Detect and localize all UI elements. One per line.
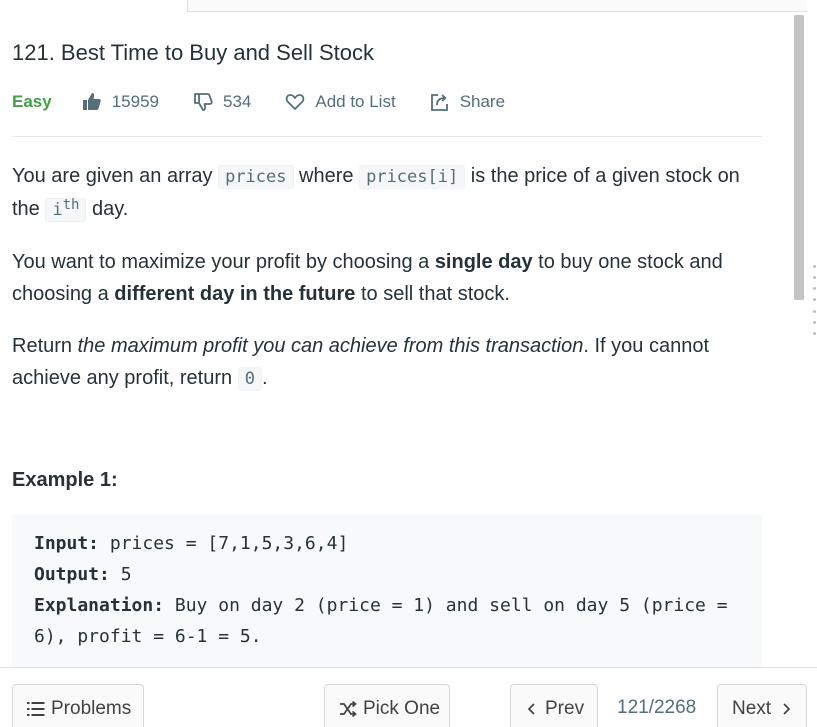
- dislike-count: 534: [222, 92, 252, 111]
- example-code-block: Input: prices = [7,1,5,3,6,4] Output: 5 …: [12, 514, 762, 667]
- chevron-right-icon: [783, 703, 791, 715]
- bottom-nav-bar: Problems Pick One Prev 121/2268 Next: [0, 667, 817, 727]
- example-explanation-line: Explanation: Buy on day 2 (price = 1) an…: [34, 590, 740, 652]
- description-paragraph-1: You are given an array prices where pric…: [12, 160, 762, 226]
- thumbs-down-icon: [194, 93, 213, 111]
- text: where: [293, 165, 360, 187]
- example-output-line: Output: 5: [34, 559, 740, 590]
- text: i: [52, 200, 63, 220]
- superscript: th: [62, 197, 80, 213]
- label: Output:: [34, 564, 110, 585]
- inline-code-prices-i: prices[i]: [359, 165, 466, 189]
- thumbs-up-icon: [82, 93, 101, 110]
- like-button[interactable]: 15959: [82, 92, 159, 112]
- heart-icon: [286, 94, 305, 110]
- example-input-line: Input: prices = [7,1,5,3,6,4]: [34, 528, 740, 559]
- add-to-list-button[interactable]: Add to List: [285, 92, 396, 112]
- text: You want to maximize your profit by choo…: [12, 251, 435, 273]
- italic-text: the maximum profit you can achieve from …: [77, 335, 584, 357]
- text: .: [261, 367, 268, 389]
- chevron-left-icon: [527, 703, 535, 715]
- description-paragraph-2: You want to maximize your profit by choo…: [12, 246, 762, 310]
- example-title: Example 1:: [12, 469, 118, 491]
- dislike-button[interactable]: 534: [193, 92, 251, 112]
- problem-description: You are given an array prices where pric…: [12, 160, 762, 395]
- description-paragraph-3: Return the maximum profit you can achiev…: [12, 330, 762, 395]
- prev-button[interactable]: Prev: [510, 684, 598, 727]
- label: Explanation:: [34, 595, 165, 616]
- pick-one-label: Pick One: [363, 698, 441, 719]
- inline-code-i-th: ith: [45, 197, 87, 222]
- shuffle-icon: [340, 701, 357, 717]
- description-panel[interactable]: 121. Best Time to Buy and Sell Stock Eas…: [0, 0, 790, 667]
- text: Return: [12, 335, 78, 357]
- add-to-list-label: Add to List: [315, 92, 396, 111]
- meta-divider: [12, 136, 762, 137]
- pick-one-button[interactable]: Pick One: [324, 684, 450, 727]
- share-button[interactable]: Share: [430, 92, 505, 112]
- label: Input:: [34, 533, 100, 554]
- difficulty-badge: Easy: [12, 92, 52, 111]
- problems-label: Problems: [51, 698, 132, 719]
- text: day.: [86, 198, 129, 220]
- prev-label: Prev: [545, 698, 585, 719]
- next-button[interactable]: Next: [717, 684, 807, 727]
- like-count: 15959: [111, 92, 159, 111]
- problem-content: 121. Best Time to Buy and Sell Stock Eas…: [12, 36, 762, 667]
- bold-text: single day: [434, 251, 533, 273]
- share-icon: [430, 94, 448, 111]
- next-label: Next: [732, 698, 772, 719]
- share-label: Share: [459, 92, 506, 111]
- inline-code-prices: prices: [218, 165, 294, 189]
- problem-title: 121. Best Time to Buy and Sell Stock: [12, 40, 374, 65]
- vertical-scrollbar[interactable]: [794, 15, 804, 300]
- bold-text: different day in the future: [114, 283, 356, 305]
- problem-meta-row: Easy 15959 534 Add to List Share: [12, 82, 762, 122]
- text: to sell that stock.: [355, 283, 510, 305]
- panel-resize-handle[interactable]: [813, 265, 817, 335]
- value: 5: [109, 564, 132, 585]
- problems-button[interactable]: Problems: [12, 684, 144, 727]
- problem-counter: 121/2268: [617, 697, 697, 718]
- text: You are given an array: [12, 165, 219, 187]
- value: prices = [7,1,5,3,6,4]: [99, 533, 349, 554]
- inline-code-zero: 0: [237, 367, 262, 391]
- list-icon: [27, 702, 45, 716]
